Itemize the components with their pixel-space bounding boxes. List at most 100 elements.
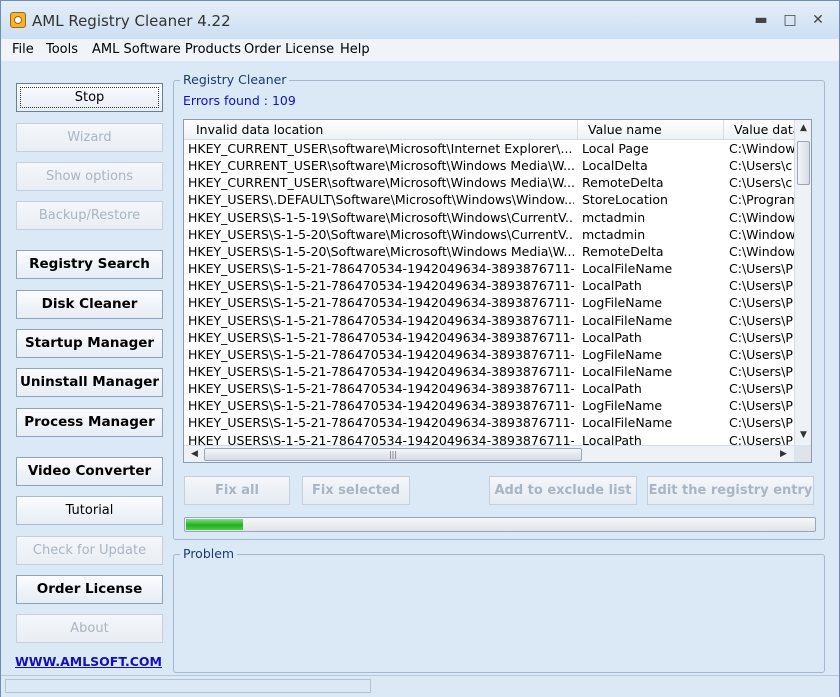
cell-value-data: C:\Windows [729,243,794,259]
table-row[interactable]: HKEY_USERS\S-1-5-21-786470534-1942049634… [184,260,794,277]
cell-value-data: C:\Users\P [729,398,793,414]
table-row[interactable]: HKEY_USERS\S-1-5-21-786470534-1942049634… [184,363,794,380]
vertical-scrollbar[interactable]: ▲ ▼ [794,120,811,445]
table-row[interactable]: HKEY_USERS\S-1-5-20\Software\Microsoft\W… [184,226,794,243]
table-row[interactable]: HKEY_USERS\.DEFAULT\Software\Microsoft\W… [184,191,794,208]
menu-bar: File Tools AML Software Products Order L… [1,39,839,61]
table-row[interactable]: HKEY_USERS\S-1-5-21-786470534-1942049634… [184,380,794,397]
scan-progress-fill [186,519,243,530]
cell-location: HKEY_USERS\S-1-5-19\Software\Microsoft\W… [188,209,574,225]
website-link[interactable]: WWW.AMLSOFT.COM [15,654,162,669]
table-row[interactable]: HKEY_USERS\S-1-5-21-786470534-1942049634… [184,346,794,363]
cell-value-name: LocalFileName [582,312,673,328]
cell-value-name: LocalFileName [582,261,673,277]
horizontal-scrollbar[interactable]: ◀ ||| ▶ [184,445,794,462]
cell-value-data: C:\Users\P [729,381,793,397]
video-converter-button[interactable]: Video Converter [16,457,163,486]
cell-value-data: C:\Program [729,192,794,208]
menu-file[interactable]: File [12,42,34,57]
add-to-exclude-list-button[interactable]: Add to exclude list [489,476,637,505]
process-manager-button[interactable]: Process Manager [16,408,163,437]
scroll-right-icon[interactable]: ▶ [775,449,792,459]
cell-location: HKEY_USERS\S-1-5-21-786470534-1942049634… [188,363,574,379]
cell-value-name: mctadmin [582,226,646,242]
cell-value-name: LocalPath [582,329,642,345]
column-header-value-data[interactable]: Value data [734,122,794,137]
scroll-left-icon[interactable]: ◀ [186,449,203,459]
table-row[interactable]: HKEY_USERS\S-1-5-21-786470534-1942049634… [184,294,794,311]
backup-restore-button[interactable]: Backup/Restore [16,201,163,230]
column-header-value-name[interactable]: Value name [588,122,718,137]
minimize-button[interactable]: ▬ [749,10,773,30]
table-row[interactable]: HKEY_CURRENT_USER\software\Microsoft\Win… [184,157,794,174]
fix-all-button[interactable]: Fix all [184,476,290,505]
table-row[interactable]: HKEY_CURRENT_USER\software\Microsoft\Win… [184,174,794,191]
stop-button[interactable]: Stop [16,83,163,112]
menu-aml-software-products[interactable]: AML Software Products [92,42,241,57]
cell-value-data: C:\Windows [729,226,794,242]
cell-value-name: LocalDelta [582,158,648,174]
cell-location: HKEY_USERS\S-1-5-21-786470534-1942049634… [188,278,574,294]
menu-tools[interactable]: Tools [46,42,78,57]
column-header-location[interactable]: Invalid data location [196,122,576,137]
menu-order-license[interactable]: Order License [244,42,334,57]
cell-value-name: Local Page [582,141,649,156]
vertical-scroll-thumb[interactable] [797,141,810,185]
fix-selected-button[interactable]: Fix selected [302,476,410,505]
scroll-corner [794,445,811,462]
cell-value-data: C:\Users\P [729,346,793,362]
window-title: AML Registry Cleaner 4.22 [32,12,231,30]
wizard-button[interactable]: Wizard [16,123,163,152]
cell-value-data: C:\Users\P [729,312,793,328]
table-row[interactable]: HKEY_USERS\S-1-5-21-786470534-1942049634… [184,414,794,431]
about-button[interactable]: About [16,614,163,643]
title-bar[interactable]: AML Registry Cleaner 4.22 ▬ □ ✕ [1,1,839,39]
scroll-down-icon[interactable]: ▼ [795,430,811,440]
status-pane [5,679,371,693]
maximize-button[interactable]: □ [778,10,802,30]
registry-search-button[interactable]: Registry Search [16,250,163,279]
order-license-button[interactable]: Order License [16,575,163,604]
scroll-up-icon[interactable]: ▲ [795,123,811,133]
table-row[interactable]: HKEY_USERS\S-1-5-21-786470534-1942049634… [184,329,794,346]
table-row[interactable]: HKEY_CURRENT_USER\software\Microsoft\Int… [184,140,794,157]
list-header: Invalid data location Value name Value d… [184,120,794,140]
tutorial-button[interactable]: Tutorial [16,496,163,525]
cell-value-name: mctadmin [582,209,646,225]
cell-location: HKEY_CURRENT_USER\software\Microsoft\Win… [188,158,574,174]
uninstall-manager-button[interactable]: Uninstall Manager [16,368,163,397]
edit-registry-entry-button[interactable]: Edit the registry entry [647,476,814,505]
cell-location: HKEY_USERS\S-1-5-21-786470534-1942049634… [188,312,574,328]
client-area: Stop Wizard Show options Backup/Restore Regi… [6,63,836,675]
registry-results-list[interactable]: Invalid data location Value name Value d… [183,119,812,463]
cell-value-data: C:\Users\P [729,278,793,294]
problem-group: Problem [173,546,825,673]
cell-value-name: LocalPath [582,381,642,397]
cell-value-data: C:\Windows [729,141,794,156]
cell-value-name: StoreLocation [582,192,668,208]
menu-help[interactable]: Help [340,42,370,57]
app-window: AML Registry Cleaner 4.22 ▬ □ ✕ File Too… [0,0,840,697]
cell-location: HKEY_USERS\S-1-5-21-786470534-1942049634… [188,415,574,431]
cell-value-data: C:\Users\P [729,415,793,431]
check-for-update-button[interactable]: Check for Update [16,536,163,565]
cell-location: HKEY_USERS\S-1-5-21-786470534-1942049634… [188,381,574,397]
cell-location: HKEY_USERS\S-1-5-20\Software\Microsoft\W… [188,226,574,242]
horizontal-scroll-thumb[interactable]: ||| [204,448,582,461]
table-row[interactable]: HKEY_USERS\S-1-5-21-786470534-1942049634… [184,277,794,294]
disk-cleaner-button[interactable]: Disk Cleaner [16,290,163,319]
status-bar [1,675,839,697]
cell-value-name: LogFileName [582,346,663,362]
cell-value-data: C:\Users\P [729,261,793,277]
cell-value-data: C:\Users\P [729,329,793,345]
close-button[interactable]: ✕ [806,10,830,30]
startup-manager-button[interactable]: Startup Manager [16,329,163,358]
table-row[interactable]: HKEY_USERS\S-1-5-21-786470534-1942049634… [184,397,794,414]
table-row[interactable]: HKEY_USERS\S-1-5-19\Software\Microsoft\W… [184,209,794,226]
show-options-button[interactable]: Show options [16,162,163,191]
cell-location: HKEY_USERS\.DEFAULT\Software\Microsoft\W… [188,192,574,208]
table-row[interactable]: HKEY_USERS\S-1-5-21-786470534-1942049634… [184,312,794,329]
table-row[interactable]: HKEY_USERS\S-1-5-20\Software\Microsoft\W… [184,243,794,260]
errors-found-label: Errors found : 109 [183,93,296,108]
cell-location: HKEY_USERS\S-1-5-21-786470534-1942049634… [188,329,574,345]
